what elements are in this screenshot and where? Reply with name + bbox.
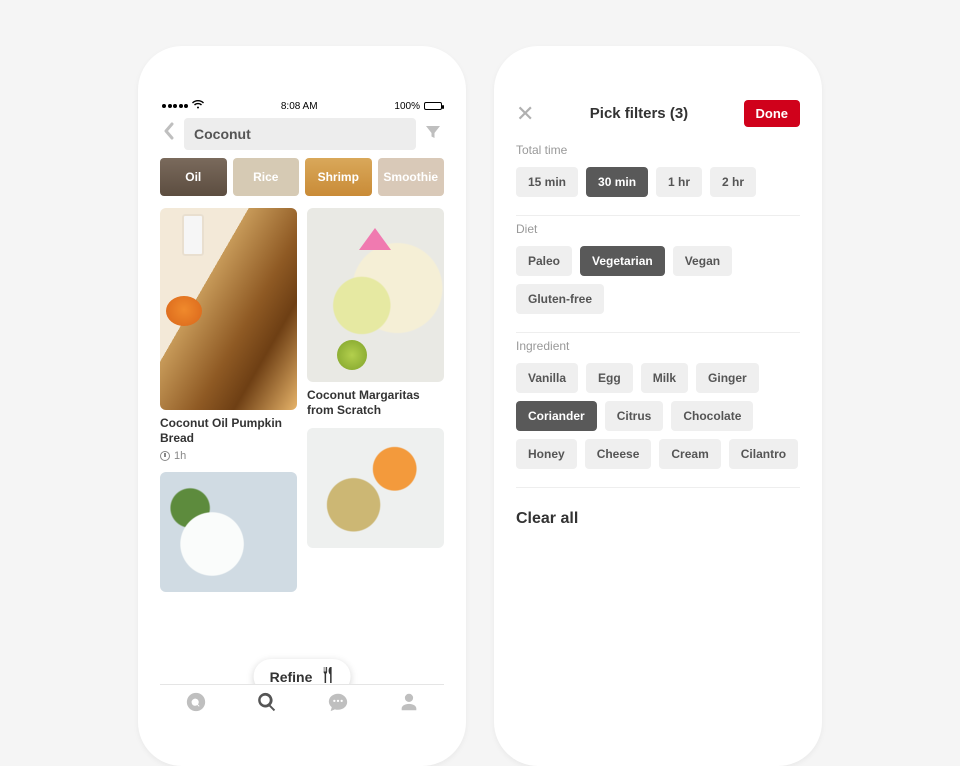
- filter-chip[interactable]: Cilantro: [729, 439, 798, 469]
- signal-dots-icon: [162, 104, 188, 108]
- back-button[interactable]: [160, 122, 178, 146]
- filter-chip[interactable]: Vanilla: [516, 363, 578, 393]
- filters-title: Pick filters (3): [590, 105, 688, 122]
- refine-label: Refine: [270, 669, 313, 685]
- filter-chip[interactable]: 2 hr: [710, 167, 756, 197]
- wifi-icon: [192, 100, 204, 112]
- filter-chip[interactable]: Coriander: [516, 401, 597, 431]
- status-battery-text: 100%: [394, 101, 420, 112]
- search-input[interactable]: Coconut: [184, 118, 416, 150]
- pin-title: Coconut Oil Pumpkin Bread: [160, 416, 297, 446]
- filter-chip[interactable]: Gluten-free: [516, 284, 604, 314]
- filter-chip[interactable]: Chocolate: [671, 401, 753, 431]
- tile-shrimp[interactable]: Shrimp: [305, 158, 372, 196]
- section-total-time: Total time 15 min 30 min 1 hr 2 hr: [516, 143, 800, 216]
- filter-chip[interactable]: 1 hr: [656, 167, 702, 197]
- clear-all-button[interactable]: Clear all: [516, 510, 800, 528]
- phone-search: 8:08 AM 100% Coconut Oil Rice: [138, 46, 466, 766]
- tile-rice[interactable]: Rice: [233, 158, 300, 196]
- filter-chip[interactable]: Honey: [516, 439, 577, 469]
- filter-chip[interactable]: Vegetarian: [580, 246, 665, 276]
- tile-oil[interactable]: Oil: [160, 158, 227, 196]
- pin-meta: 1h: [160, 450, 297, 462]
- phone-filters: ✕ Pick filters (3) Done Total time 15 mi…: [494, 46, 822, 766]
- filter-chip[interactable]: Milk: [641, 363, 688, 393]
- pin-thumbnail: [160, 208, 297, 410]
- filter-chip[interactable]: Egg: [586, 363, 633, 393]
- bottom-nav: [160, 684, 444, 724]
- nav-chat-icon[interactable]: [327, 691, 349, 718]
- nav-home-icon[interactable]: [185, 691, 207, 718]
- close-icon[interactable]: ✕: [516, 101, 534, 127]
- search-value: Coconut: [194, 126, 251, 142]
- filter-chip[interactable]: Cheese: [585, 439, 652, 469]
- pin-card[interactable]: Coconut Oil Pumpkin Bread 1h: [160, 208, 297, 462]
- suggestion-tiles: Oil Rice Shrimp Smoothie: [160, 158, 444, 196]
- status-bar: 8:08 AM 100%: [160, 100, 444, 118]
- section-ingredient: Ingredient Vanilla Egg Milk Ginger Coriander…: [516, 339, 800, 488]
- section-label: Diet: [516, 222, 800, 236]
- filter-chip[interactable]: Paleo: [516, 246, 572, 276]
- pin-thumbnail: [307, 208, 444, 382]
- filter-chip[interactable]: Ginger: [696, 363, 759, 393]
- pin-card[interactable]: Coconut Margaritas from Scratch: [307, 208, 444, 418]
- filter-chip[interactable]: Vegan: [673, 246, 732, 276]
- filter-chip[interactable]: Citrus: [605, 401, 664, 431]
- clock-icon: [160, 451, 170, 461]
- section-label: Total time: [516, 143, 800, 157]
- pin-card[interactable]: [307, 428, 444, 548]
- status-time: 8:08 AM: [281, 101, 318, 112]
- filter-icon[interactable]: [422, 123, 444, 146]
- filter-chip[interactable]: 15 min: [516, 167, 578, 197]
- pin-card[interactable]: [160, 472, 297, 592]
- filter-chip[interactable]: Cream: [659, 439, 720, 469]
- pin-thumbnail: [307, 428, 444, 548]
- section-label: Ingredient: [516, 339, 800, 353]
- section-diet: Diet Paleo Vegetarian Vegan Gluten-free: [516, 222, 800, 333]
- battery-icon: [424, 102, 442, 110]
- nav-search-icon[interactable]: [256, 691, 278, 718]
- pin-duration: 1h: [174, 450, 186, 462]
- tile-smoothie[interactable]: Smoothie: [378, 158, 445, 196]
- filter-chip[interactable]: 30 min: [586, 167, 648, 197]
- pin-title: Coconut Margaritas from Scratch: [307, 388, 444, 418]
- done-button[interactable]: Done: [744, 100, 801, 127]
- pin-thumbnail: [160, 472, 297, 592]
- nav-profile-icon[interactable]: [398, 691, 420, 718]
